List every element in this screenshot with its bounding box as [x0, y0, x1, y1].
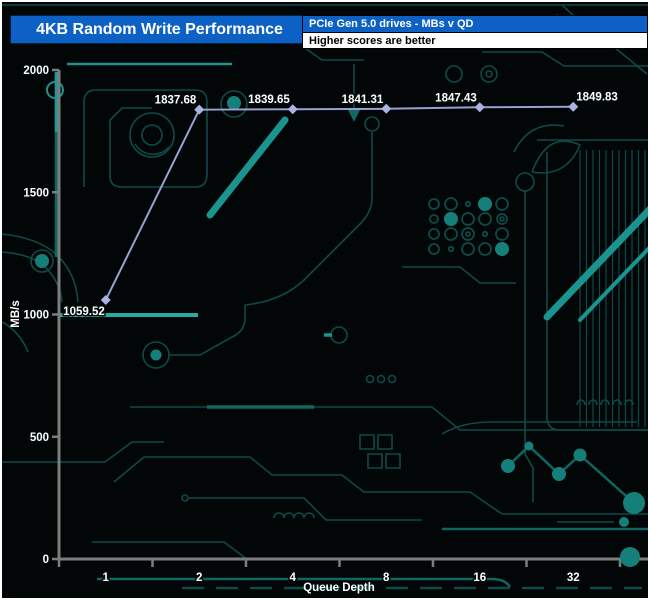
data-point-label: 1059.52	[63, 306, 105, 318]
series-line	[106, 107, 574, 300]
y-tick-label: 1500	[23, 187, 49, 199]
performance-chart: 0 500 1000 1500 2000 1 2 4 8 16 32 1059.52 1837.68 18…	[2, 2, 650, 600]
data-point-label: 1839.65	[248, 94, 290, 106]
data-point-marker	[101, 295, 111, 305]
x-tick-label: 8	[383, 572, 390, 584]
y-tick-label: 1000	[23, 310, 49, 322]
data-point-label: 1849.83	[576, 92, 618, 104]
data-point-label: 1837.68	[155, 95, 197, 107]
legend-note: Higher scores are better	[303, 33, 647, 48]
legend-title: PCIe Gen 5.0 drives - MBs v QD	[303, 16, 647, 33]
y-tick-label: 2000	[23, 65, 49, 77]
x-axis-title: Queue Depth	[303, 582, 375, 594]
x-tick-label: 16	[473, 572, 486, 584]
y-axis-title: MB/s	[10, 300, 22, 327]
circuit-pad-dot	[620, 547, 640, 567]
data-point-label: 1841.31	[342, 94, 384, 106]
y-tick-label: 0	[43, 554, 49, 566]
chart-screenshot: 0 500 1000 1500 2000 1 2 4 8 16 32 1059.52 1837.68 18…	[0, 0, 650, 600]
x-tick-label: 4	[290, 572, 297, 584]
x-tick-label: 1	[103, 572, 110, 584]
x-tick-label: 2	[196, 572, 202, 584]
data-point-label: 1847.43	[435, 92, 477, 104]
legend-box: PCIe Gen 5.0 drives - MBs v QD Higher sc…	[302, 15, 648, 49]
chart-title: 4KB Random Write Performance	[10, 15, 309, 44]
y-tick-label: 500	[30, 432, 49, 444]
x-tick-label: 32	[567, 572, 580, 584]
